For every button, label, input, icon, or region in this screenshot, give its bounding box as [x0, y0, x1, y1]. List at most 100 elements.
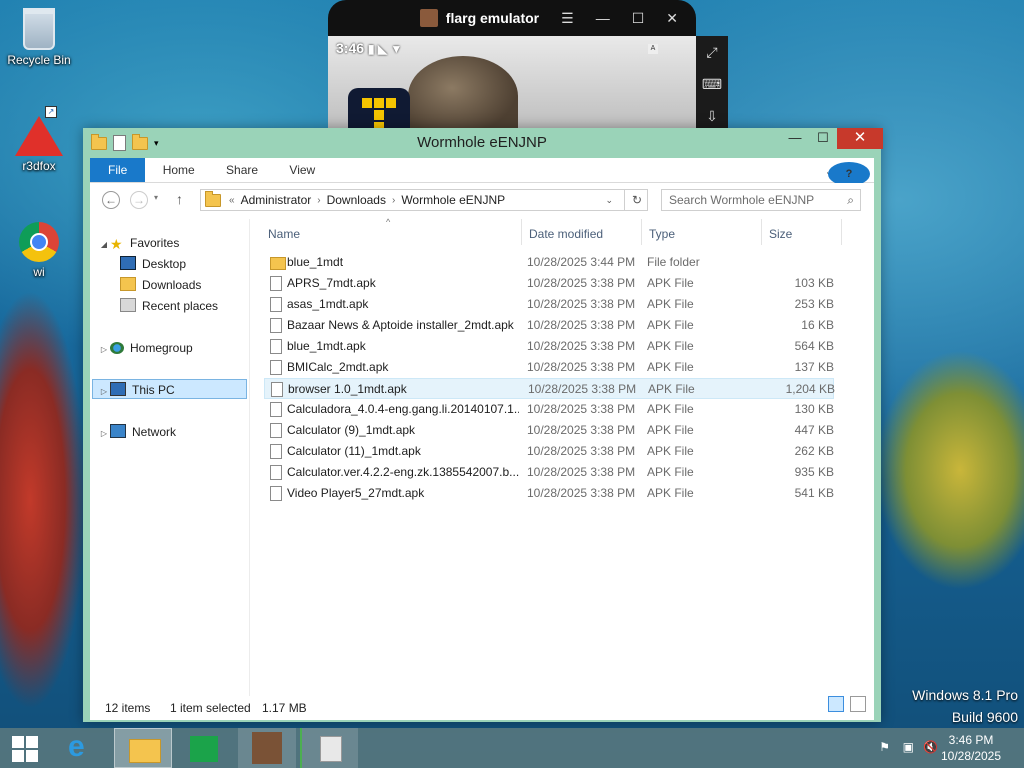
file-explorer-window[interactable]: ▾ Wormhole eENJNP — ☐ ✕ File Home Share … [83, 128, 883, 722]
file-icon [271, 382, 283, 397]
r3dfox-icon: ↗ [15, 106, 63, 156]
taskbar-store[interactable] [182, 728, 228, 768]
menu-icon[interactable]: ☰ [561, 10, 574, 27]
windows-logo-icon [12, 750, 24, 762]
maximize-button[interactable]: ☐ [809, 128, 837, 149]
nav-desktop[interactable]: Desktop [120, 254, 186, 274]
store-icon [190, 736, 218, 762]
close-icon[interactable]: ✕ [666, 10, 678, 27]
nav-label: Desktop [142, 257, 187, 271]
file-size: 137 KB [794, 360, 834, 374]
expand-arrow-icon[interactable]: ▷ [98, 424, 110, 444]
file-row[interactable]: asas_1mdt.apk 10/28/2025 3:38 PM APK File 2… [264, 294, 834, 315]
nav-this-pc[interactable]: ▷ This PC [98, 380, 175, 400]
file-row[interactable]: BMICalc_2mdt.apk 10/28/2025 3:38 PM APK Fi… [264, 357, 834, 378]
emulator-window[interactable]: flarg emulator ☰ — ☐ ✕ 3:46 ▮ ◣ ▼ A [328, 0, 696, 132]
file-icon [270, 318, 282, 333]
file-name: asas_1mdt.apk [287, 297, 369, 311]
column-divider[interactable] [841, 219, 842, 245]
expand-arrow-icon[interactable]: ▷ [98, 340, 110, 360]
column-name[interactable]: Name [268, 227, 300, 241]
file-row[interactable]: Video Player5_27mdt.apk 10/28/2025 3:38 P… [264, 483, 834, 504]
selection-size: 1.17 MB [262, 701, 307, 715]
forward-button[interactable]: → [130, 191, 148, 209]
tab-file[interactable]: File [90, 158, 146, 182]
downloads-folder-icon [120, 277, 136, 291]
file-row[interactable]: browser 1.0_1mdt.apk 10/28/2025 3:38 PM AP… [264, 378, 835, 399]
minimize-button[interactable]: — [781, 128, 809, 149]
tab-share[interactable]: Share [212, 158, 272, 182]
file-row[interactable]: blue_1mdt.apk 10/28/2025 3:38 PM APK File 5… [264, 336, 834, 357]
emulator-titlebar[interactable]: flarg emulator ☰ — ☐ ✕ [328, 0, 696, 36]
keyboard-icon[interactable]: ⌨ [696, 68, 728, 100]
column-divider[interactable] [761, 219, 762, 245]
address-overflow[interactable]: « [229, 195, 235, 206]
file-row[interactable]: APRS_7mdt.apk 10/28/2025 3:38 PM APK File 1… [264, 273, 834, 294]
close-button[interactable]: ✕ [837, 128, 883, 149]
start-button[interactable] [8, 728, 40, 768]
nav-favorites[interactable]: ◢ ★ Favorites [98, 233, 179, 253]
nav-recent-places[interactable]: Recent places [120, 296, 218, 316]
emulator-screen[interactable]: 3:46 ▮ ◣ ▼ A [328, 36, 696, 132]
tetris-app-icon[interactable] [348, 88, 410, 132]
nav-homegroup[interactable]: ▷ Homegroup [98, 338, 193, 358]
file-type: APK File [647, 297, 694, 311]
file-type: APK File [647, 318, 694, 332]
file-list[interactable]: ^ Name Date modified Type Size blue_1mdt… [250, 217, 874, 696]
desktop-icon-r3dfox[interactable]: ↗ r3dfox [1, 106, 77, 173]
search-box[interactable]: Search Wormhole eENJNP ⌕ [661, 189, 861, 211]
file-date-modified: 10/28/2025 3:44 PM [527, 255, 636, 269]
recent-locations-icon[interactable]: ▾ [154, 193, 158, 202]
file-row[interactable]: Calculator (11)_1mdt.apk 10/28/2025 3:38 … [264, 441, 834, 462]
action-center-flag-icon[interactable]: ⚑ [879, 740, 890, 754]
maximize-icon[interactable]: ☐ [632, 10, 645, 27]
up-button[interactable]: ↑ [176, 191, 183, 207]
taskbar-internet-explorer[interactable]: e [62, 728, 104, 768]
minimize-icon[interactable]: — [596, 10, 610, 26]
breadcrumb-current[interactable]: Wormhole eENJNP [401, 193, 505, 207]
desktop-icon [120, 256, 136, 270]
taskbar-emulator[interactable] [238, 728, 296, 768]
taskbar-file-explorer[interactable] [114, 728, 172, 768]
nav-downloads[interactable]: Downloads [120, 275, 201, 295]
file-row[interactable]: Calculator (9)_1mdt.apk 10/28/2025 3:38 P… [264, 420, 834, 441]
refresh-button[interactable]: ↻ [624, 189, 649, 211]
file-date-modified: 10/28/2025 3:38 PM [527, 402, 636, 416]
collapse-arrow-icon[interactable]: ◢ [98, 235, 110, 255]
clock[interactable]: 3:46 PM 10/28/2025 [936, 732, 1006, 764]
search-icon[interactable]: ⌕ [847, 190, 854, 210]
explorer-titlebar[interactable]: ▾ Wormhole eENJNP — ☐ ✕ [83, 128, 883, 158]
large-icons-view-icon[interactable] [850, 696, 866, 712]
desktop-icon-recycle-bin[interactable]: Recycle Bin [1, 8, 77, 67]
computer-icon [110, 382, 126, 396]
breadcrumb-separator-icon[interactable]: › [317, 195, 320, 206]
folder-row[interactable]: blue_1mdt 10/28/2025 3:44 PM File folder [264, 252, 834, 273]
file-row[interactable]: Calculadora_4.0.4-eng.gang.li.20140107.1… [264, 399, 834, 420]
column-size[interactable]: Size [769, 227, 792, 241]
nav-network[interactable]: ▷ Network [98, 422, 176, 442]
column-date-modified[interactable]: Date modified [529, 227, 603, 241]
breadcrumb-separator-icon[interactable]: › [392, 195, 395, 206]
expand-arrow-icon[interactable]: ▷ [98, 382, 110, 402]
tab-home[interactable]: Home [149, 158, 209, 182]
network-tray-icon[interactable]: ▣ [903, 740, 914, 754]
watermark-edition: Windows 8.1 Pro [912, 687, 1018, 703]
address-dropdown-icon[interactable]: ⌄ [605, 195, 613, 206]
taskbar-installer[interactable] [300, 728, 358, 768]
column-divider[interactable] [521, 219, 522, 245]
column-divider[interactable] [641, 219, 642, 245]
fullscreen-icon[interactable]: ⤢ [696, 36, 728, 68]
tab-view[interactable]: View [275, 158, 329, 182]
breadcrumb-administrator[interactable]: Administrator [241, 193, 312, 207]
chrome-icon [19, 222, 59, 262]
desktop-icon-wi[interactable]: wi [1, 222, 77, 279]
breadcrumb-downloads[interactable]: Downloads [327, 193, 386, 207]
file-row[interactable]: Bazaar News & Aptoide installer_2mdt.apk… [264, 315, 834, 336]
column-type[interactable]: Type [649, 227, 675, 241]
back-button[interactable]: ← [102, 191, 120, 209]
windows-logo-icon [12, 736, 24, 748]
details-view-icon[interactable] [828, 696, 844, 712]
address-bar[interactable]: « Administrator › Downloads › Wormhole e… [200, 189, 648, 211]
file-row[interactable]: Calculator.ver.4.2.2-eng.zk.1385542007.b… [264, 462, 834, 483]
windows-logo-icon [26, 736, 38, 748]
